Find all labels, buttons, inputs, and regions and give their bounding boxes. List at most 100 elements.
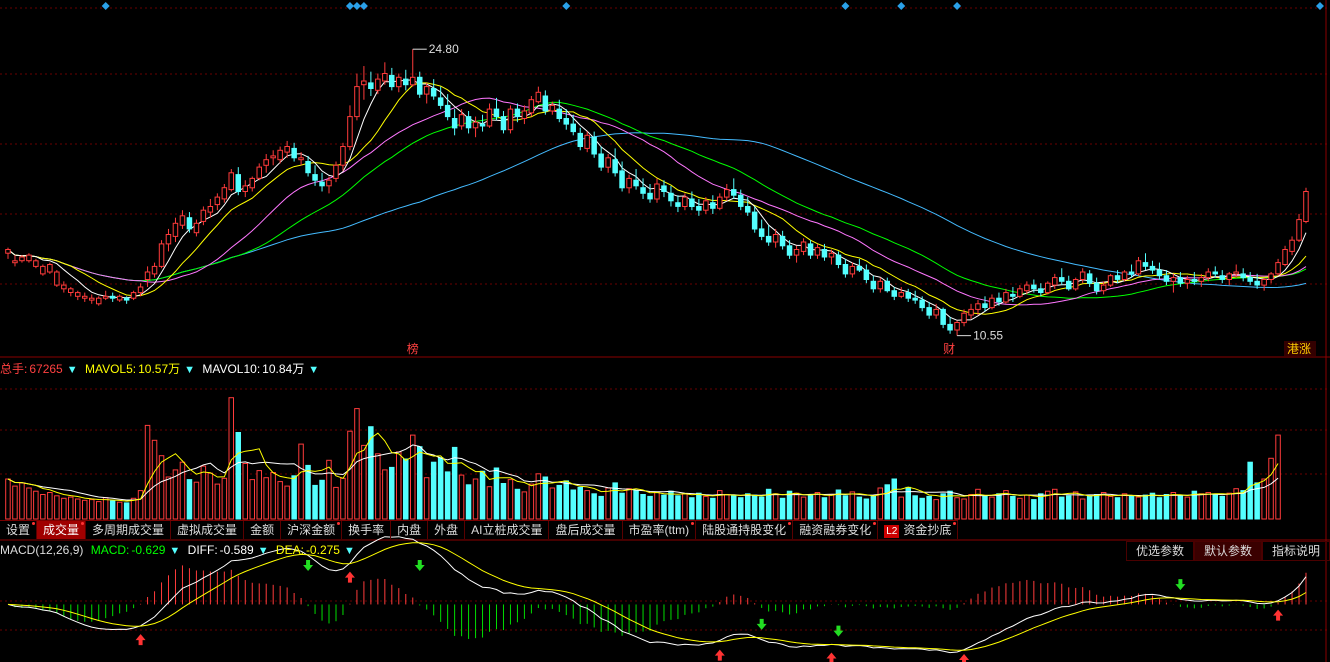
macd-button-0[interactable]: 优选参数 — [1125, 541, 1194, 561]
tab-4[interactable]: 金额 — [244, 521, 282, 539]
volume-bar-up — [549, 487, 556, 520]
volume-bar-up — [521, 491, 528, 520]
candle-up — [549, 104, 556, 112]
tab-9[interactable]: AI立桩成交量 — [465, 521, 550, 539]
tab-label: 设置 — [6, 523, 31, 537]
tab-10[interactable]: 盘后成交量 — [549, 521, 623, 539]
candle-down — [884, 280, 890, 292]
tab-label: 金额 — [250, 523, 275, 537]
candle-down — [368, 82, 374, 90]
diff-value: -0.589 — [219, 543, 254, 557]
volume-bar-up — [814, 492, 821, 520]
volume-bar-down — [109, 500, 116, 520]
stock-chart[interactable]: 24.80 10.55 榜 财 港涨 — [0, 0, 1330, 662]
total-volume-value: 67265 — [29, 362, 63, 376]
volume-bar-up — [528, 483, 535, 520]
candle-down — [668, 192, 674, 202]
event-diamond-icon — [897, 2, 906, 10]
volume-bar-up — [361, 444, 367, 520]
tab-dot-icon — [337, 522, 341, 525]
volume-bar-down — [1149, 492, 1156, 520]
tab-2[interactable]: 多周期成交量 — [86, 521, 172, 539]
candle-down — [1177, 277, 1184, 284]
candle-up — [954, 322, 960, 331]
volume-bar-down — [563, 480, 569, 520]
tab-8[interactable]: 外盘 — [428, 521, 466, 539]
candle-up — [1268, 273, 1274, 280]
candle-up — [256, 166, 262, 179]
candle-up — [828, 252, 835, 258]
candle-down — [1191, 279, 1198, 282]
candle-down — [305, 161, 311, 174]
volume-bar-up — [179, 461, 186, 520]
tab-11[interactable]: 市盈率(ttm) — [623, 521, 697, 539]
volume-bar-up — [626, 488, 632, 520]
candle-up — [277, 149, 283, 161]
volume-bar-down — [856, 496, 863, 520]
mavol5-value: 10.57万 — [138, 362, 181, 376]
candle-up — [507, 108, 514, 131]
candle-up — [33, 260, 39, 267]
tab-14[interactable]: L2 资金抄底 — [878, 521, 959, 539]
candle-up — [814, 247, 821, 256]
volume-bar-up — [605, 487, 611, 520]
death-cross-arrow-icon — [756, 618, 767, 630]
down-arrow-icon: ▼ — [308, 364, 320, 376]
candle-down — [1093, 282, 1100, 292]
candle-down — [1038, 288, 1044, 293]
candle-up — [793, 249, 800, 256]
candle-down — [479, 123, 486, 127]
low-price-label: 10.55 — [973, 329, 1003, 343]
tab-0[interactable]: 设置 — [0, 521, 38, 539]
candle-down — [689, 198, 695, 207]
volume-bar-down — [1010, 495, 1016, 520]
macd-button-1[interactable]: 默认参数 — [1193, 541, 1262, 561]
volume-bar-down — [751, 494, 758, 520]
volume-bar-up — [75, 498, 81, 520]
tab-5[interactable]: 沪深金额 — [281, 521, 343, 539]
tab-13[interactable]: 融资融券变化 — [793, 521, 879, 539]
volume-bar-up — [793, 492, 800, 520]
candle-up — [214, 196, 221, 206]
volume-bar-down — [577, 486, 583, 520]
candle-up — [242, 185, 248, 192]
candle-down — [710, 202, 716, 209]
candle-up — [1303, 191, 1309, 222]
candle-up — [682, 196, 688, 208]
volume-bar-down — [1219, 495, 1225, 520]
tab-label: 外盘 — [434, 523, 459, 537]
volume-bar-up — [333, 486, 339, 520]
candle-down — [745, 206, 751, 213]
volume-bar-up — [375, 453, 381, 520]
volume-bar-up — [242, 463, 248, 520]
volume-bar-up — [1170, 492, 1177, 520]
tab-3[interactable]: 虚拟成交量 — [171, 521, 245, 539]
volume-bar-up — [102, 497, 109, 520]
volume-bar-down — [647, 495, 653, 520]
candle-up — [102, 295, 109, 299]
candle-up — [724, 189, 730, 198]
candle-up — [1184, 279, 1191, 284]
volume-bar-down — [919, 497, 925, 520]
volume-bar-up — [19, 482, 25, 520]
candle-down — [1219, 275, 1225, 280]
tab-12[interactable]: 陆股通持股变化 — [696, 521, 794, 539]
tab-1[interactable]: 成交量 — [37, 521, 87, 539]
volume-bar-down — [444, 471, 451, 520]
volume-bar-up — [347, 430, 353, 520]
volume-bar-up — [382, 469, 388, 520]
candle-up — [849, 265, 856, 275]
tab-7[interactable]: 内盘 — [391, 521, 429, 539]
candle-down — [926, 307, 932, 316]
volume-bar-down — [710, 497, 716, 520]
tab-label: AI立桩成交量 — [471, 523, 543, 537]
candle-down — [1247, 277, 1253, 282]
candle-down — [751, 211, 758, 230]
event-diamond-icon — [359, 2, 368, 10]
candle-up — [486, 108, 493, 127]
volume-bar-up — [1079, 498, 1086, 520]
tab-6[interactable]: 换手率 — [342, 521, 392, 539]
macd-button-2[interactable]: 指标说明 — [1261, 541, 1330, 561]
candle-down — [912, 297, 918, 301]
candle-down — [1254, 280, 1260, 286]
